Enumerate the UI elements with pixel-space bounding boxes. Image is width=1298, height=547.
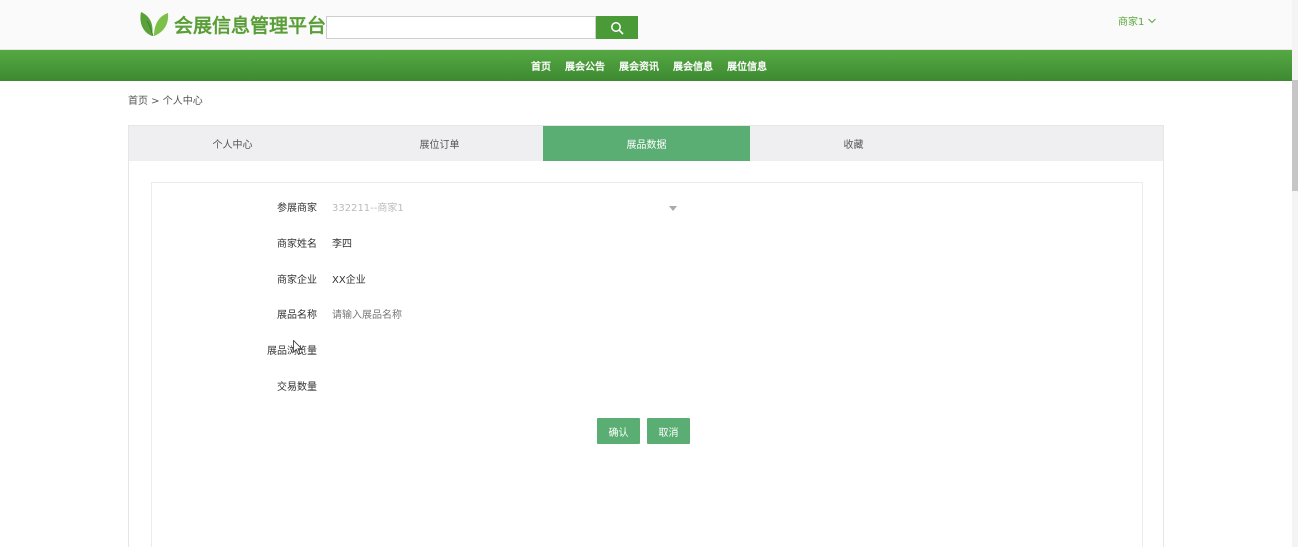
- page: 会展信息管理平台 商家1 首页 展会公告 展会资讯 展会信息 展位信息 首页 >…: [0, 0, 1298, 547]
- merchant-company-field[interactable]: XX企业: [332, 271, 366, 291]
- tab-booth-orders[interactable]: 展位订单: [336, 126, 543, 161]
- tab-bar: 个人中心 展位订单 展品数据 收藏: [129, 126, 1163, 161]
- leaf-logo-icon: [140, 12, 169, 37]
- form-row-merchant-name: 商家姓名 李四: [152, 235, 1144, 255]
- search-input[interactable]: [326, 16, 596, 39]
- nav-item-news[interactable]: 展会资讯: [612, 58, 666, 73]
- exhibitor-select[interactable]: 332211--商家1: [332, 199, 404, 219]
- top-header: 会展信息管理平台 商家1: [0, 0, 1298, 50]
- profile-panel: 个人中心 展位订单 展品数据 收藏 参展商家 332211--商家1 商家姓名 …: [128, 125, 1164, 547]
- nav-item-exhibitions[interactable]: 展会信息: [666, 58, 720, 73]
- form-row-exhibitor: 参展商家 332211--商家1: [152, 199, 1144, 219]
- caret-down-icon[interactable]: [669, 206, 677, 211]
- breadcrumb: 首页 > 个人中心: [128, 96, 203, 107]
- form-row-exhibit-name: 展品名称 请输入展品名称: [152, 306, 1144, 326]
- field-label: 交易数量: [277, 382, 317, 393]
- exhibit-name-input[interactable]: 请输入展品名称: [332, 306, 402, 326]
- field-label: 参展商家: [277, 203, 317, 214]
- tab-favorites[interactable]: 收藏: [750, 126, 957, 161]
- tab-exhibit-data[interactable]: 展品数据: [543, 126, 750, 161]
- site-logo[interactable]: 会展信息管理平台: [138, 9, 326, 39]
- mouse-cursor-icon: [293, 340, 303, 355]
- search-button[interactable]: [596, 16, 638, 39]
- form-row-merchant-company: 商家企业 XX企业: [152, 271, 1144, 291]
- exhibit-form: 参展商家 332211--商家1 商家姓名 李四 商家企业 XX企业 展品名称 …: [151, 182, 1143, 547]
- page-scrollbar[interactable]: [1292, 0, 1298, 547]
- site-title: 会展信息管理平台: [174, 14, 327, 37]
- field-label: 展品名称: [277, 310, 317, 321]
- user-menu[interactable]: 商家1: [1118, 13, 1157, 28]
- main-nav: 首页 展会公告 展会资讯 展会信息 展位信息: [0, 50, 1298, 81]
- nav-item-announcements[interactable]: 展会公告: [558, 58, 612, 73]
- search-icon: [611, 21, 624, 35]
- confirm-button[interactable]: 确认: [597, 418, 640, 444]
- chevron-down-icon: [1148, 18, 1157, 23]
- form-row-trade-count: 交易数量: [152, 378, 1144, 398]
- user-name: 商家1: [1118, 17, 1145, 28]
- cancel-button[interactable]: 取消: [647, 418, 690, 444]
- field-label: 商家姓名: [277, 239, 317, 250]
- scrollbar-thumb[interactable]: [1292, 80, 1298, 191]
- field-label: 展品浏览量: [267, 346, 317, 357]
- merchant-name-field[interactable]: 李四: [332, 235, 352, 255]
- field-label: 商家企业: [277, 275, 317, 286]
- nav-item-home[interactable]: 首页: [524, 58, 558, 73]
- tab-profile[interactable]: 个人中心: [129, 126, 336, 161]
- nav-item-booths[interactable]: 展位信息: [720, 58, 774, 73]
